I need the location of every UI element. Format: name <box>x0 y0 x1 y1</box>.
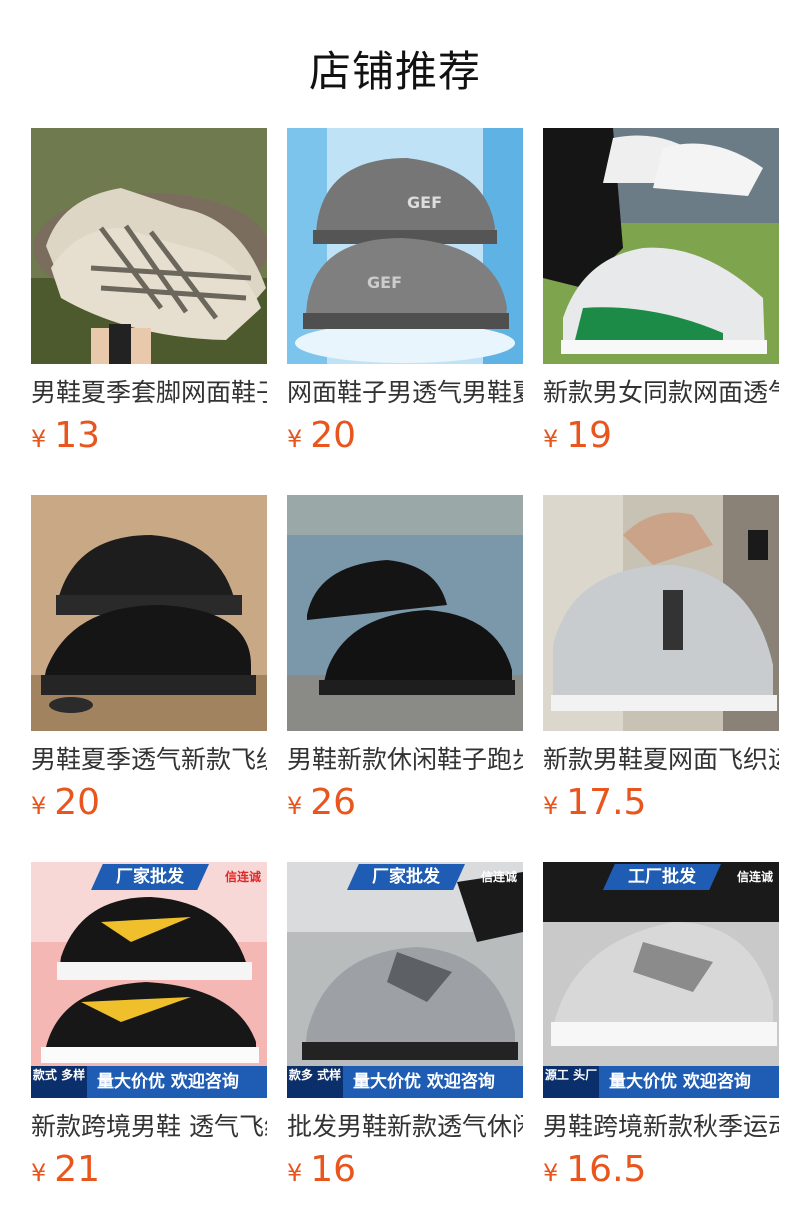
brand-badge: 信连诚 <box>224 870 261 884</box>
svg-text:GEF: GEF <box>407 193 442 212</box>
page-title: 店铺推荐 <box>308 47 481 96</box>
product-name[interactable]: 男鞋夏季套脚网面鞋子男款透气 <box>31 376 267 410</box>
product-name[interactable]: 网面鞋子男透气男鞋夏季新款 <box>287 376 523 410</box>
product-name[interactable]: 男鞋新款休闲鞋子跑步运动鞋 <box>287 743 523 777</box>
price-value: 13 <box>54 415 101 456</box>
price-value: 19 <box>566 415 613 456</box>
product-image-4[interactable] <box>31 495 267 731</box>
product-image-5[interactable] <box>287 495 523 731</box>
product-image-7[interactable]: 厂家批发 信连诚 款式 多样 量大价优 欢迎咨询 <box>31 862 267 1098</box>
price-value: 16 <box>310 1149 357 1190</box>
currency-symbol: ¥ <box>543 792 559 820</box>
product-price: ¥20 <box>31 783 267 829</box>
promo-banner-left: 款式 多样 <box>31 1066 87 1098</box>
product-card-2[interactable]: GEF GEF 网面鞋子男透气男鞋夏季新款 ¥20 <box>287 128 523 462</box>
product-image-8[interactable]: 厂家批发 信连诚 款多 式样 量大价优 欢迎咨询 <box>287 862 523 1098</box>
product-name[interactable]: 新款男女同款网面透气运动鞋 <box>543 376 779 410</box>
price-value: 20 <box>54 782 101 823</box>
product-card-9[interactable]: 工厂批发 信连诚 源工 头厂 量大价优 欢迎咨询 男鞋跨境新款秋季运动鞋 ¥16… <box>543 862 779 1196</box>
product-card-5[interactable]: 男鞋新款休闲鞋子跑步运动鞋 ¥26 <box>287 495 523 829</box>
price-value: 17.5 <box>566 782 647 823</box>
product-image-6[interactable] <box>543 495 779 731</box>
product-price: ¥20 <box>287 416 523 462</box>
product-price: ¥13 <box>31 416 267 462</box>
product-image-9[interactable]: 工厂批发 信连诚 源工 头厂 量大价优 欢迎咨询 <box>543 862 779 1098</box>
product-price: ¥19 <box>543 416 779 462</box>
product-card-4[interactable]: 男鞋夏季透气新款飞织运动鞋 ¥20 <box>31 495 267 829</box>
product-name[interactable]: 男鞋跨境新款秋季运动鞋 <box>543 1110 779 1144</box>
product-image-1[interactable] <box>31 128 267 364</box>
product-price: ¥26 <box>287 783 523 829</box>
currency-symbol: ¥ <box>287 1159 303 1187</box>
currency-symbol: ¥ <box>287 425 303 453</box>
product-name[interactable]: 新款跨境男鞋 透气飞织运动鞋 <box>31 1110 267 1144</box>
product-card-3[interactable]: 新款男女同款网面透气运动鞋 ¥19 <box>543 128 779 462</box>
promo-banner-right: 量大价优 欢迎咨询 <box>353 1072 495 1092</box>
currency-symbol: ¥ <box>31 425 47 453</box>
currency-symbol: ¥ <box>31 1159 47 1187</box>
wholesale-badge: 厂家批发 <box>91 864 209 890</box>
price-value: 20 <box>310 415 357 456</box>
price-value: 26 <box>310 782 357 823</box>
product-card-7[interactable]: 厂家批发 信连诚 款式 多样 量大价优 欢迎咨询 新款跨境男鞋 透气飞织运动鞋 … <box>31 862 267 1196</box>
promo-banner: 款多 式样 量大价优 欢迎咨询 <box>287 1066 523 1098</box>
product-name[interactable]: 男鞋夏季透气新款飞织运动鞋 <box>31 743 267 777</box>
svg-text:GEF: GEF <box>367 273 402 292</box>
currency-symbol: ¥ <box>543 1159 559 1187</box>
currency-symbol: ¥ <box>31 792 47 820</box>
product-name[interactable]: 批发男鞋新款透气休闲鞋 <box>287 1110 523 1144</box>
product-card-1[interactable]: 男鞋夏季套脚网面鞋子男款透气 ¥13 <box>31 128 267 462</box>
wholesale-badge: 厂家批发 <box>347 864 465 890</box>
price-value: 16.5 <box>566 1149 647 1190</box>
product-name[interactable]: 新款男鞋夏网面飞织运动鞋 <box>543 743 779 777</box>
currency-symbol: ¥ <box>287 792 303 820</box>
product-price: ¥17.5 <box>543 783 779 829</box>
product-image-3[interactable] <box>543 128 779 364</box>
product-price: ¥16 <box>287 1150 523 1196</box>
product-price: ¥21 <box>31 1150 267 1196</box>
promo-banner: 源工 头厂 量大价优 欢迎咨询 <box>543 1066 779 1098</box>
product-card-8[interactable]: 厂家批发 信连诚 款多 式样 量大价优 欢迎咨询 批发男鞋新款透气休闲鞋 ¥16 <box>287 862 523 1196</box>
promo-banner-right: 量大价优 欢迎咨询 <box>97 1072 239 1092</box>
promo-banner-left: 源工 头厂 <box>543 1066 599 1098</box>
promo-banner-left: 款多 式样 <box>287 1066 343 1098</box>
promo-banner-right: 量大价优 欢迎咨询 <box>609 1072 751 1092</box>
wholesale-badge: 工厂批发 <box>603 864 721 890</box>
product-image-2[interactable]: GEF GEF <box>287 128 523 364</box>
brand-badge: 信连诚 <box>736 870 773 884</box>
product-price: ¥16.5 <box>543 1150 779 1196</box>
brand-badge: 信连诚 <box>480 870 517 884</box>
price-value: 21 <box>54 1149 101 1190</box>
promo-banner: 款式 多样 量大价优 欢迎咨询 <box>31 1066 267 1098</box>
currency-symbol: ¥ <box>543 425 559 453</box>
product-card-6[interactable]: 新款男鞋夏网面飞织运动鞋 ¥17.5 <box>543 495 779 829</box>
